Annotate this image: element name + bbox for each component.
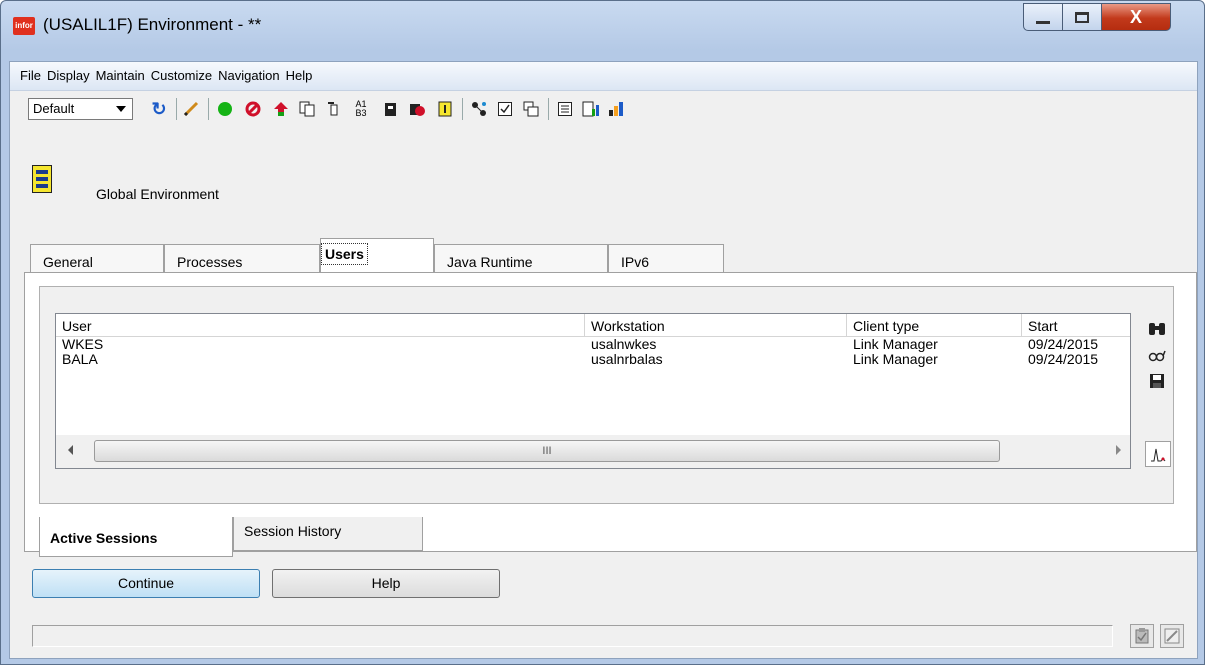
graph-icon[interactable] [1145,441,1171,467]
window-title: (USALIL1F) Environment - ** [43,15,262,34]
chart-icon[interactable] [582,100,600,118]
table-header: User Workstation Client type Start [56,314,1130,337]
cell-client-type: Link Manager [853,352,938,367]
scroll-right-arrow[interactable] [1116,445,1121,455]
column-header-client-type[interactable]: Client type [847,314,1022,336]
subtab-active-sessions[interactable]: Active Sessions [39,517,233,557]
menu-maintain[interactable]: Maintain [93,62,148,90]
profile-select-value: Default [33,101,75,116]
maximize-icon [1075,11,1089,23]
save-icon[interactable] [1145,369,1169,393]
menu-bar: File Display Maintain Customize Navigation He… [10,62,1197,91]
close-button[interactable]: X [1101,3,1171,31]
app-window: infor (USALIL1F) Environment - ** X File… [0,0,1205,665]
cell-start: 09/24/2015 [1028,337,1099,352]
help-button[interactable]: Help [272,569,500,598]
toolbar-separator [548,98,549,120]
continue-button[interactable]: Continue [32,569,260,598]
a1b3-icon[interactable]: A1 B3 [350,100,372,118]
check-icon[interactable] [496,100,514,118]
column-header-workstation[interactable]: Workstation [585,314,847,336]
block-icon[interactable] [408,100,426,118]
sessions-table: User Workstation Client type Start WKES … [55,313,1131,469]
infor-logo-icon: infor [13,17,35,35]
yellow-doc-icon[interactable] [436,100,454,118]
up-arrow-icon[interactable] [272,100,290,118]
column-header-user[interactable]: User [56,314,585,336]
table-row[interactable]: BALA usalnrbalas Link Manager 09/24/2015 [56,352,1130,367]
cell-client-type: Link Manager [853,337,938,352]
menu-customize[interactable]: Customize [148,62,215,90]
client-area: File Display Maintain Customize Navigation He… [9,61,1198,659]
edit-status-icon[interactable] [1160,624,1184,648]
title-bar[interactable]: infor (USALIL1F) Environment - ** X [1,1,1204,61]
binoculars-icon[interactable] [1145,317,1169,341]
environment-icon [32,165,52,193]
menu-help[interactable]: Help [283,62,316,90]
environment-label: Global Environment [96,186,219,202]
refresh-icon[interactable]: ↻ [150,99,168,119]
cell-start: 09/24/2015 [1028,352,1099,367]
toolbar-separator [176,98,177,120]
toolbar-separator [462,98,463,120]
clipboard-status-icon[interactable] [1130,624,1154,648]
users-tab-panel: User Workstation Client type Start WKES … [24,272,1197,557]
subtab-session-history[interactable]: Session History [233,517,423,551]
toolbar-separator [208,98,209,120]
network-icon[interactable] [470,100,488,118]
horizontal-scrollbar[interactable]: III [56,435,1130,468]
filter-icon[interactable] [324,100,342,118]
menu-file[interactable]: File [17,62,44,90]
column-header-start[interactable]: Start [1022,314,1130,336]
stop-icon[interactable] [244,100,262,118]
menu-navigation[interactable]: Navigation [215,62,282,90]
close-icon: X [1129,6,1142,27]
menu-display[interactable]: Display [44,62,93,90]
maximize-button[interactable] [1062,3,1102,31]
scroll-left-arrow[interactable] [68,445,73,455]
profile-select[interactable]: Default [28,98,133,120]
table-row[interactable]: WKES usalnwkes Link Manager 09/24/2015 [56,337,1130,352]
chevron-down-icon [116,106,126,112]
cell-user: WKES [62,337,104,352]
copy-icon[interactable] [298,100,316,118]
green-circle-icon[interactable] [216,100,234,118]
grid-icon[interactable] [608,100,626,118]
scrollbar-thumb[interactable]: III [94,440,1000,462]
list-icon[interactable] [556,100,574,118]
minimize-button[interactable] [1023,3,1063,31]
windows-icon[interactable] [522,100,540,118]
status-bar [32,625,1113,647]
cell-workstation: usalnwkes [591,337,657,352]
cell-user: BALA [62,352,98,367]
minimize-icon [1036,20,1050,24]
pencil-icon[interactable] [182,100,200,118]
glasses-icon[interactable] [1145,343,1169,367]
cell-workstation: usalnrbalas [591,352,663,367]
clipboard-icon[interactable] [382,100,400,118]
toolbar: Default ↻ A1 B3 [10,91,1197,127]
